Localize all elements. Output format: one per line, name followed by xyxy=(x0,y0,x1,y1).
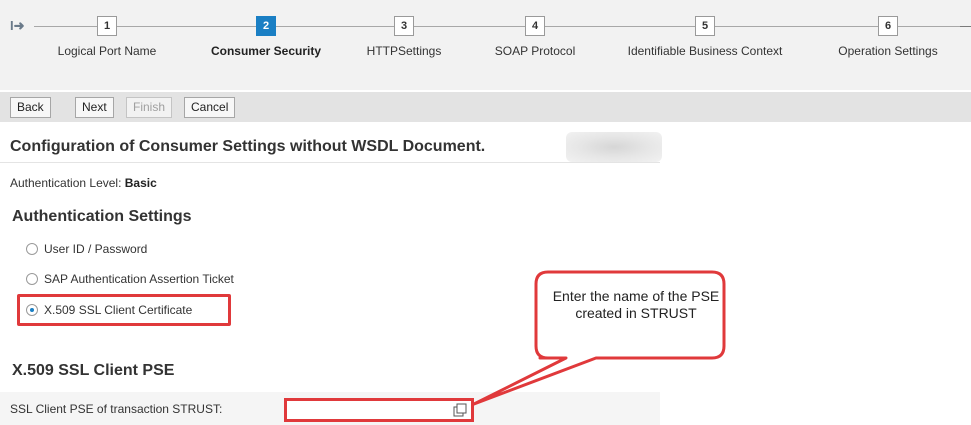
step-number[interactable]: 6 xyxy=(878,16,898,36)
radio-label[interactable]: SAP Authentication Assertion Ticket xyxy=(44,272,234,286)
wizard-roadmap: I➜ 1 Logical Port Name 2 Consumer Securi… xyxy=(0,0,971,90)
next-button[interactable]: Next xyxy=(75,97,114,118)
step-label[interactable]: Identifiable Business Context xyxy=(628,44,783,58)
cancel-button[interactable]: Cancel xyxy=(184,97,236,118)
redacted-text xyxy=(566,132,662,162)
finish-button[interactable]: Finish xyxy=(126,97,173,118)
roadmap-start-icon: I➜ xyxy=(10,18,25,33)
radio-button[interactable] xyxy=(26,273,38,285)
pse-section-title: X.509 SSL Client PSE xyxy=(12,362,175,379)
divider xyxy=(0,162,660,163)
step-number[interactable]: 4 xyxy=(525,16,545,36)
step-label[interactable]: Logical Port Name xyxy=(58,44,157,58)
auth-level: Authentication Level: Basic xyxy=(10,176,157,190)
step-label[interactable]: Operation Settings xyxy=(838,44,937,58)
step-label[interactable]: Consumer Security xyxy=(211,44,321,58)
callout-text: Enter the name of the PSE created in STR… xyxy=(552,288,720,321)
pse-field-label: SSL Client PSE of transaction STRUST: xyxy=(10,402,223,416)
roadmap-line xyxy=(34,26,964,27)
pse-input[interactable] xyxy=(287,401,451,421)
back-button[interactable]: Back xyxy=(10,97,51,118)
step-label[interactable]: HTTPSettings xyxy=(367,44,442,58)
radio-button[interactable] xyxy=(26,243,38,255)
auth-level-value: Basic xyxy=(124,176,157,190)
step-number[interactable]: 2 xyxy=(256,16,276,36)
step-label[interactable]: SOAP Protocol xyxy=(495,44,575,58)
step-number[interactable]: 1 xyxy=(97,16,117,36)
step-number[interactable]: 5 xyxy=(695,16,715,36)
radio-label[interactable]: User ID / Password xyxy=(44,242,147,256)
radio-sap-assertion-ticket[interactable]: SAP Authentication Assertion Ticket xyxy=(26,272,234,286)
auth-level-label: Authentication Level: xyxy=(10,176,122,190)
radio-user-password[interactable]: User ID / Password xyxy=(26,242,147,256)
step-number[interactable]: 3 xyxy=(394,16,414,36)
page-title: Configuration of Consumer Settings witho… xyxy=(10,138,486,155)
wizard-toolbar: Back Next Finish Cancel xyxy=(0,92,971,122)
highlight-box xyxy=(17,294,231,326)
pse-input-wrapper xyxy=(284,398,474,422)
roadmap-end-line xyxy=(960,26,971,27)
value-help-icon[interactable] xyxy=(453,403,467,417)
auth-settings-title: Authentication Settings xyxy=(12,208,192,225)
